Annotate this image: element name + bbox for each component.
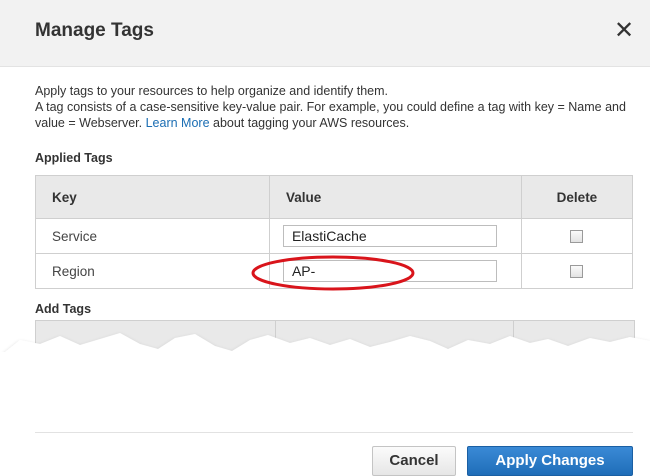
apply-changes-button[interactable]: Apply Changes [467, 446, 633, 476]
footer-divider [35, 432, 633, 433]
overlay-graphics [0, 255, 650, 476]
highlight-ellipse [251, 255, 415, 291]
cancel-button[interactable]: Cancel [372, 446, 456, 476]
